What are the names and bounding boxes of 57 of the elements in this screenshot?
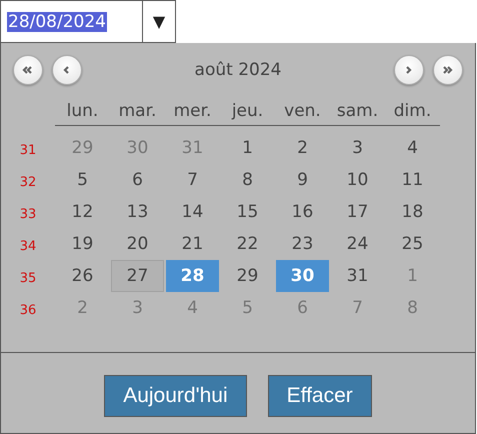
weekday-header: lun. [55,97,110,126]
day-cell[interactable]: 7 [166,164,219,196]
day-cell[interactable]: 6 [111,164,164,196]
day-cell[interactable]: 30 [276,260,329,292]
day-cell[interactable]: 18 [386,196,439,228]
weekday-header: ven. [275,97,330,126]
day-cell[interactable]: 20 [111,228,164,260]
day-cell[interactable]: 24 [331,228,384,260]
day-cell[interactable]: 9 [276,164,329,196]
day-cell[interactable]: 8 [221,164,274,196]
nav-next-year-button[interactable] [433,55,463,85]
day-cell[interactable]: 25 [386,228,439,260]
day-cell[interactable]: 23 [276,228,329,260]
week-number: 36 [18,302,38,320]
today-button[interactable]: Aujourd'hui [104,375,247,417]
day-cell[interactable]: 21 [166,228,219,260]
week-number: 35 [18,270,38,288]
day-cell[interactable]: 27 [111,260,164,292]
nav-next-month-button[interactable] [394,55,424,85]
day-cell[interactable]: 13 [111,196,164,228]
weekday-header: mer. [165,97,220,126]
week-number: 32 [18,174,38,192]
day-cell[interactable]: 29 [221,260,274,292]
day-cell[interactable]: 12 [56,196,109,228]
day-cell[interactable]: 19 [56,228,109,260]
week-number: 31 [18,142,38,160]
day-cell[interactable]: 28 [166,260,219,292]
weekday-header: jeu. [220,97,275,126]
day-cell[interactable]: 4 [386,132,439,164]
double-chevron-left-icon [22,64,34,76]
week-number: 33 [18,206,38,224]
day-cell[interactable]: 5 [56,164,109,196]
weekday-header: dim. [385,97,440,126]
nav-prev-month-button[interactable] [52,55,82,85]
clear-button[interactable]: Effacer [268,375,372,417]
dropdown-toggle-button[interactable]: ▼ [142,0,176,43]
month-title: août 2024 [194,60,282,80]
chevron-left-icon [63,64,71,76]
nav-prev-year-button[interactable] [13,55,43,85]
day-cell[interactable]: 10 [331,164,384,196]
day-cell[interactable]: 3 [331,132,384,164]
weekday-header: mar. [110,97,165,126]
day-cell[interactable]: 17 [331,196,384,228]
date-field[interactable]: 28/08/2024 [0,0,142,43]
day-cell[interactable]: 11 [386,164,439,196]
week-number: 34 [18,238,38,256]
day-cell[interactable]: 31 [331,260,384,292]
day-cell[interactable]: 14 [166,196,219,228]
day-cell[interactable]: 26 [56,260,109,292]
double-chevron-right-icon [442,64,454,76]
day-cell[interactable]: 2 [276,132,329,164]
day-cell[interactable]: 1 [221,132,274,164]
chevron-right-icon [405,64,413,76]
day-cell[interactable]: 22 [221,228,274,260]
weekday-header: sam. [330,97,385,126]
day-cell[interactable]: 16 [276,196,329,228]
day-cell[interactable]: 15 [221,196,274,228]
